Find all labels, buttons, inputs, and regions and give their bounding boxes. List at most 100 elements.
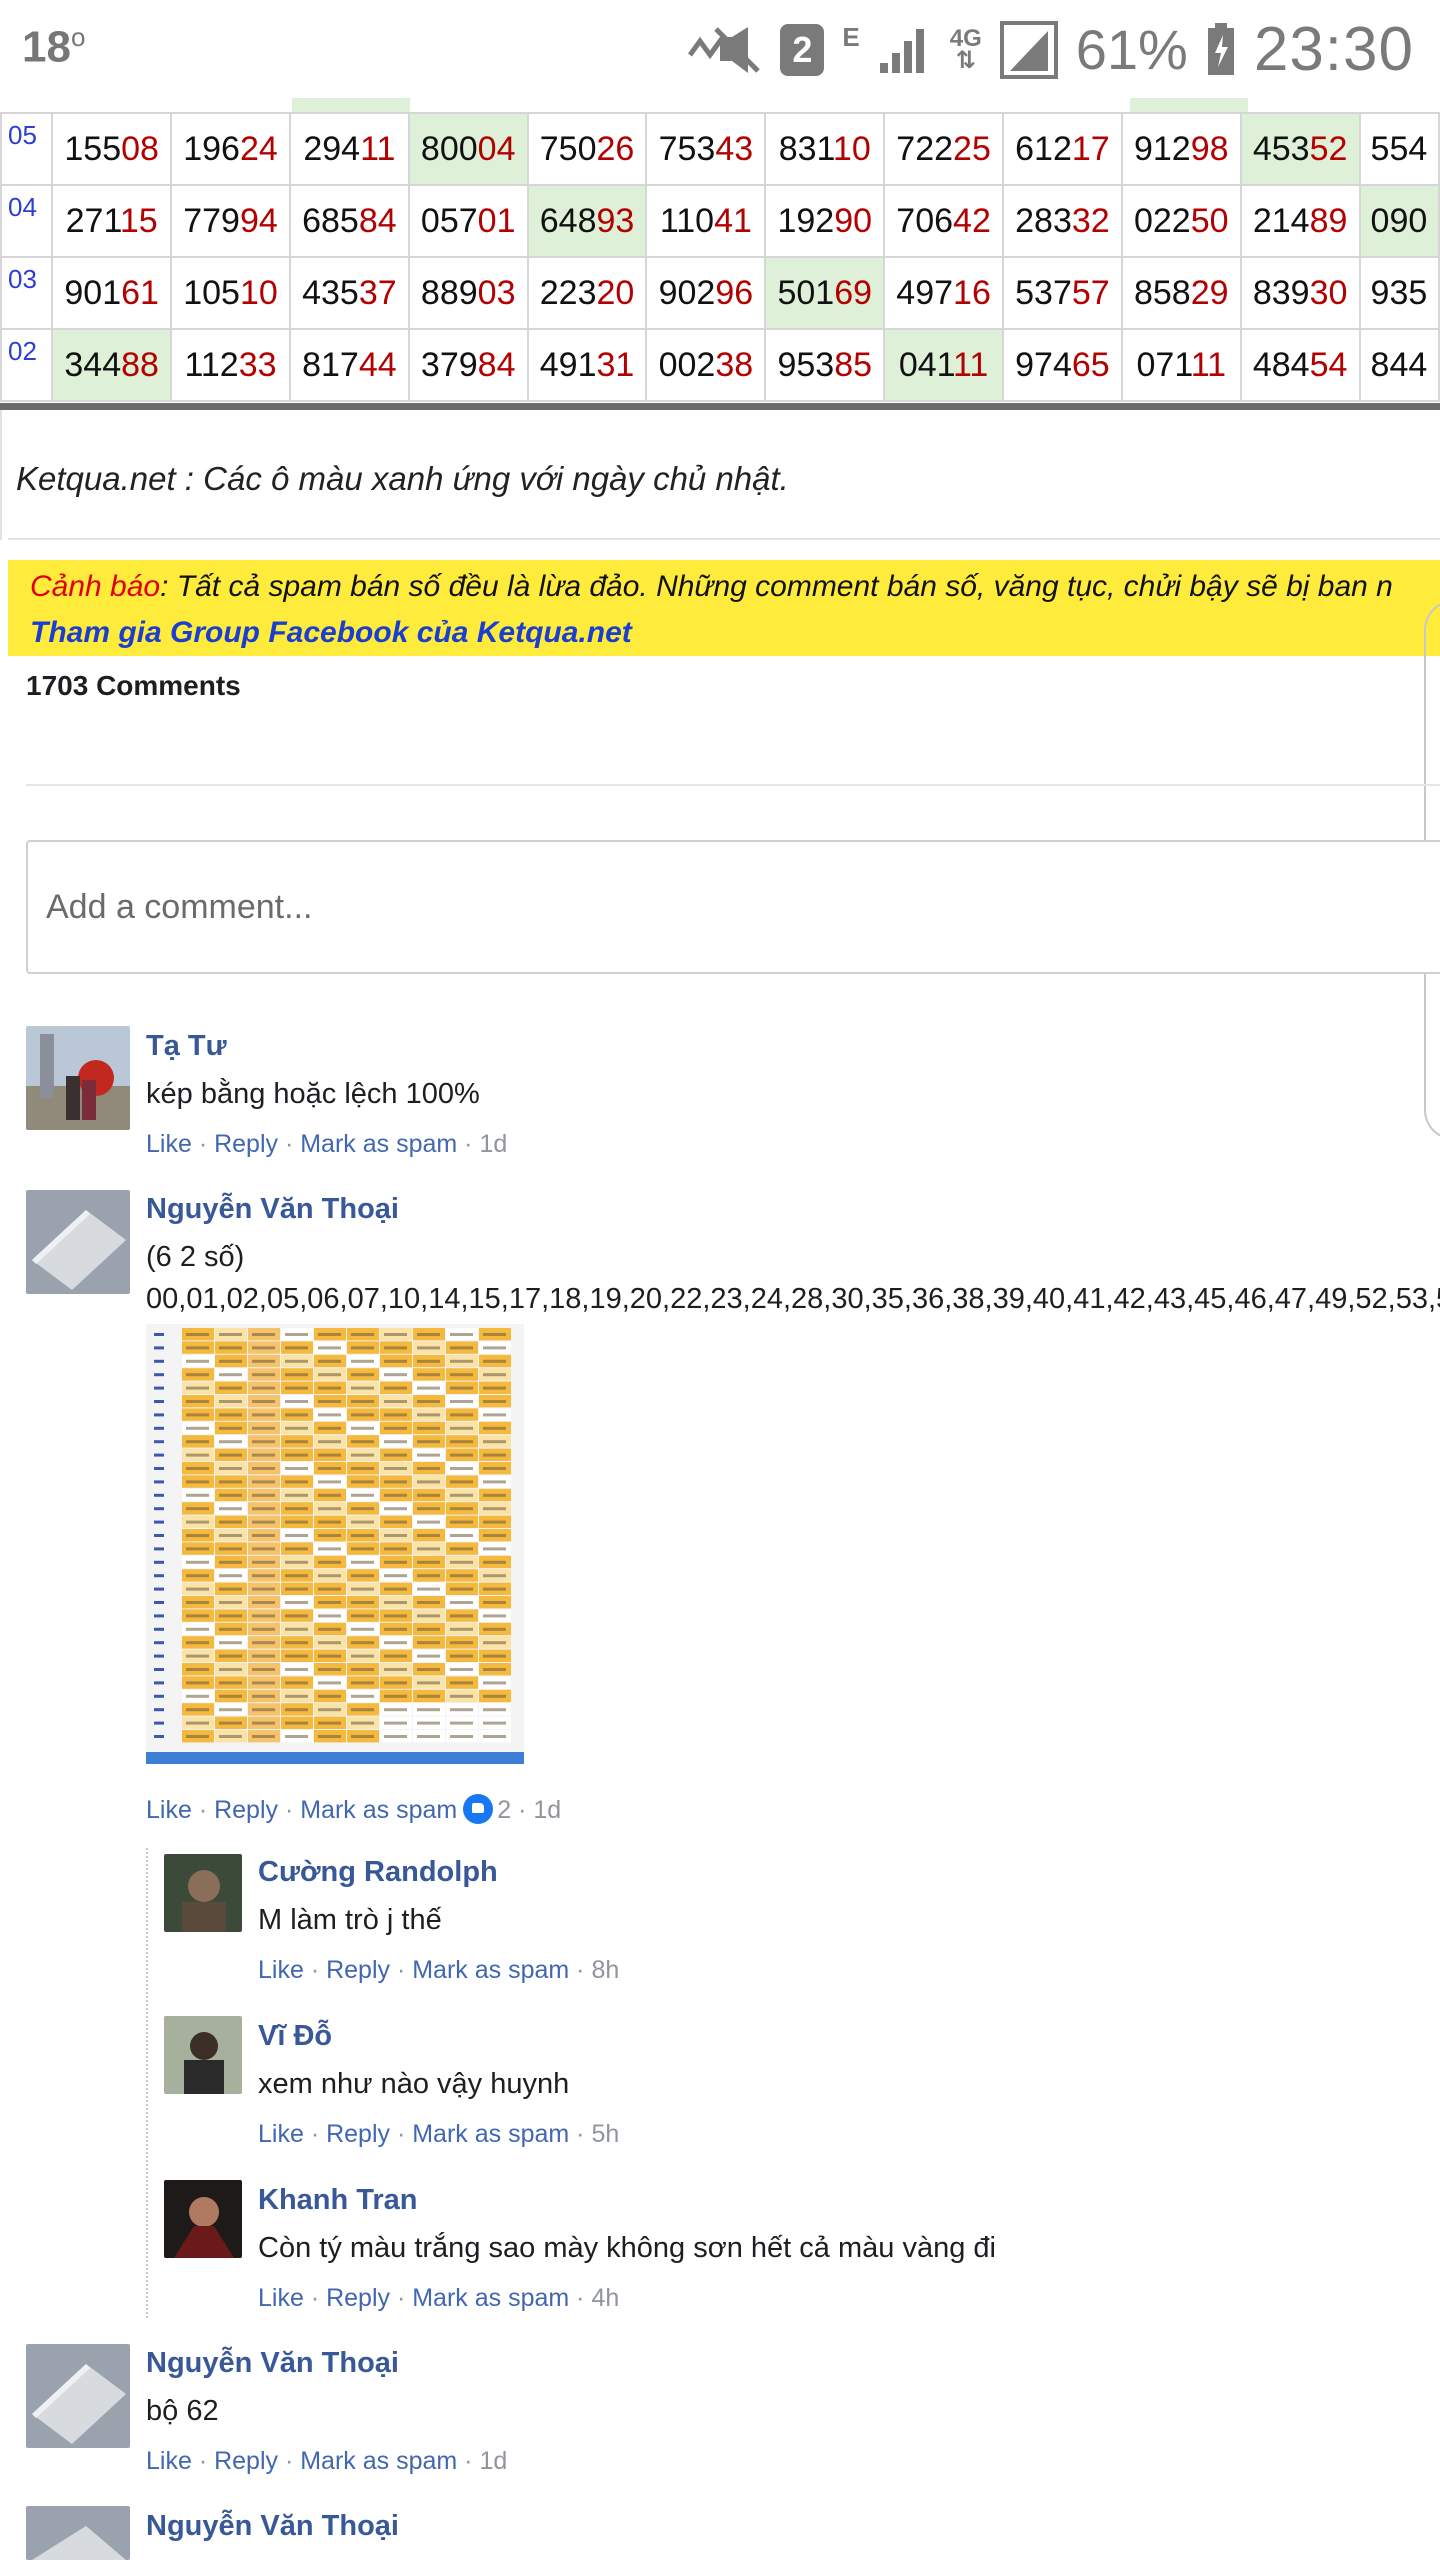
result-cell: 61217	[1002, 112, 1123, 186]
avatar[interactable]	[26, 2344, 130, 2448]
like-link[interactable]: Like	[146, 2447, 192, 2475]
result-cell: 37984	[407, 328, 529, 402]
reply-link[interactable]: Reply	[214, 1130, 278, 1158]
avatar[interactable]	[26, 1026, 130, 1130]
comment-author[interactable]: Nguyễn Văn Thoại	[146, 2347, 399, 2380]
comment-text: xem như nào vậy huynh	[258, 2068, 570, 2100]
result-date[interactable]: 05	[0, 112, 54, 186]
avatar[interactable]	[164, 1854, 242, 1932]
result-cell: 15508	[51, 112, 173, 186]
comment-text: (6 2 số)	[146, 1241, 245, 1273]
clock: 23:30	[1253, 15, 1414, 84]
comment-author[interactable]: Nguyễn Văn Thoại	[146, 1193, 399, 1226]
table-note-text: Ketqua.net : Các ô màu xanh ứng với ngày…	[16, 460, 789, 497]
result-date[interactable]: 03	[0, 256, 54, 330]
comment-input[interactable]	[28, 842, 1440, 972]
result-cell: 11233	[170, 328, 291, 402]
result-cell: 554	[1358, 112, 1440, 186]
temperature: 18o	[22, 22, 86, 72]
warning-banner: Cảnh báo: Tất cả spam bán số đều là lừa …	[8, 560, 1440, 656]
signal-icon-2	[999, 20, 1058, 79]
result-cell: 77994	[170, 184, 291, 258]
comment-text: bộ 62	[146, 2395, 219, 2427]
mark-spam-link[interactable]: Mark as spam	[300, 1796, 457, 1824]
comment-text: M làm trò j thế	[258, 1904, 442, 1936]
comment-text: Còn tý màu trắng sao mày không sơn hết c…	[258, 2232, 996, 2264]
result-cell: 19290	[764, 184, 886, 258]
avatar[interactable]	[164, 2016, 242, 2094]
mark-spam-link[interactable]: Mark as spam	[412, 2120, 569, 2148]
result-date[interactable]: 04	[0, 184, 54, 258]
comment-actions: Like · Reply · Mark as spam · 1d	[146, 2447, 508, 2475]
comment-input-box[interactable]	[26, 840, 1440, 974]
like-link[interactable]: Like	[258, 1956, 304, 1984]
result-date[interactable]: 02	[0, 328, 54, 402]
result-cell: 00238	[645, 328, 767, 402]
like-link[interactable]: Like	[146, 1130, 192, 1158]
result-cell: 53757	[1002, 256, 1123, 330]
result-cell: 21489	[1239, 184, 1361, 258]
avatar[interactable]	[164, 2180, 242, 2258]
mark-spam-link[interactable]: Mark as spam	[412, 1956, 569, 1984]
mute-icon	[686, 25, 762, 75]
signal-icon	[878, 25, 932, 75]
comment-actions: Like · Reply · Mark as spam · 4h	[258, 2284, 620, 2312]
result-cell: 49131	[526, 328, 648, 402]
comment-text: kép bằng hoặc lệch 100%	[146, 1078, 480, 1110]
comment-time[interactable]: 8h	[591, 1956, 619, 1984]
like-link[interactable]: Like	[258, 2120, 304, 2148]
comment-time[interactable]: 1d	[479, 1130, 507, 1158]
mark-spam-link[interactable]: Mark as spam	[300, 2447, 457, 2475]
comment-author[interactable]: Nguyễn Văn Thoại	[146, 2510, 399, 2543]
result-cell: 48454	[1239, 328, 1361, 402]
comment-actions: Like · Reply · Mark as spam · 5h	[258, 2120, 620, 2148]
result-cell: 81744	[288, 328, 410, 402]
result-cell: 19624	[170, 112, 291, 186]
like-link[interactable]: Like	[146, 1796, 192, 1824]
avatar[interactable]	[26, 2506, 130, 2560]
result-row: 05 15508 19624 29411 80004 75026 75343 83110 722…	[0, 112, 1440, 186]
comment-author[interactable]: Cường Randolph	[258, 1856, 498, 1889]
comment-time[interactable]: 1d	[479, 2447, 507, 2475]
comment-time[interactable]: 5h	[591, 2120, 619, 2148]
comment-time[interactable]: 1d	[533, 1796, 561, 1824]
reply-link[interactable]: Reply	[214, 1796, 278, 1824]
reply-thread-line	[146, 1848, 148, 2318]
result-cell: 28332	[1002, 184, 1123, 258]
result-cell: 29411	[288, 112, 410, 186]
reply-link[interactable]: Reply	[326, 2284, 390, 2312]
like-reaction-icon	[463, 1794, 494, 1824]
result-cell: 83110	[764, 112, 886, 186]
result-cell: 50169	[764, 256, 886, 330]
like-count[interactable]: 2	[497, 1796, 511, 1824]
comment-count: 1703 Comments	[26, 670, 241, 701]
reply-link[interactable]: Reply	[326, 2120, 390, 2148]
result-cell: 80004	[407, 112, 529, 186]
facebook-group-link[interactable]: Tham gia Group Facebook của Ketqua.net	[30, 616, 632, 650]
comment-actions: Like · Reply · Mark as spam 2 · 1d	[146, 1794, 562, 1824]
reply-link[interactable]: Reply	[214, 2447, 278, 2475]
result-cell: 75026	[526, 112, 648, 186]
results-table: 05 15508 19624 29411 80004 75026 75343 83110 722…	[0, 98, 1440, 410]
result-cell: 090	[1358, 184, 1440, 258]
result-cell: 49716	[883, 256, 1004, 330]
mark-spam-link[interactable]: Mark as spam	[300, 1130, 457, 1158]
comment-author[interactable]: Vĩ Đỗ	[258, 2020, 332, 2053]
comment-author[interactable]: Khanh Tran	[258, 2184, 418, 2217]
table-note: Ketqua.net : Các ô màu xanh ứng với ngày…	[0, 410, 1440, 540]
reply-link[interactable]: Reply	[326, 1956, 390, 1984]
result-cell: 95385	[764, 328, 886, 402]
comment-author[interactable]: Tạ Tư	[146, 1030, 227, 1063]
result-cell: 45352	[1239, 112, 1361, 186]
mark-spam-link[interactable]: Mark as spam	[412, 2284, 569, 2312]
comment-actions: Like · Reply · Mark as spam · 1d	[146, 1130, 508, 1158]
comment-attached-image[interactable]	[146, 1324, 524, 1764]
comment-time[interactable]: 4h	[591, 2284, 619, 2312]
like-link[interactable]: Like	[258, 2284, 304, 2312]
sim-slot-icon: 2	[780, 23, 825, 76]
result-cell: 11041	[645, 184, 767, 258]
result-cell: 75343	[645, 112, 767, 186]
avatar[interactable]	[26, 1190, 130, 1294]
network-4g-icon: 4G ⇅	[949, 24, 982, 74]
result-cell: 34488	[51, 328, 173, 402]
